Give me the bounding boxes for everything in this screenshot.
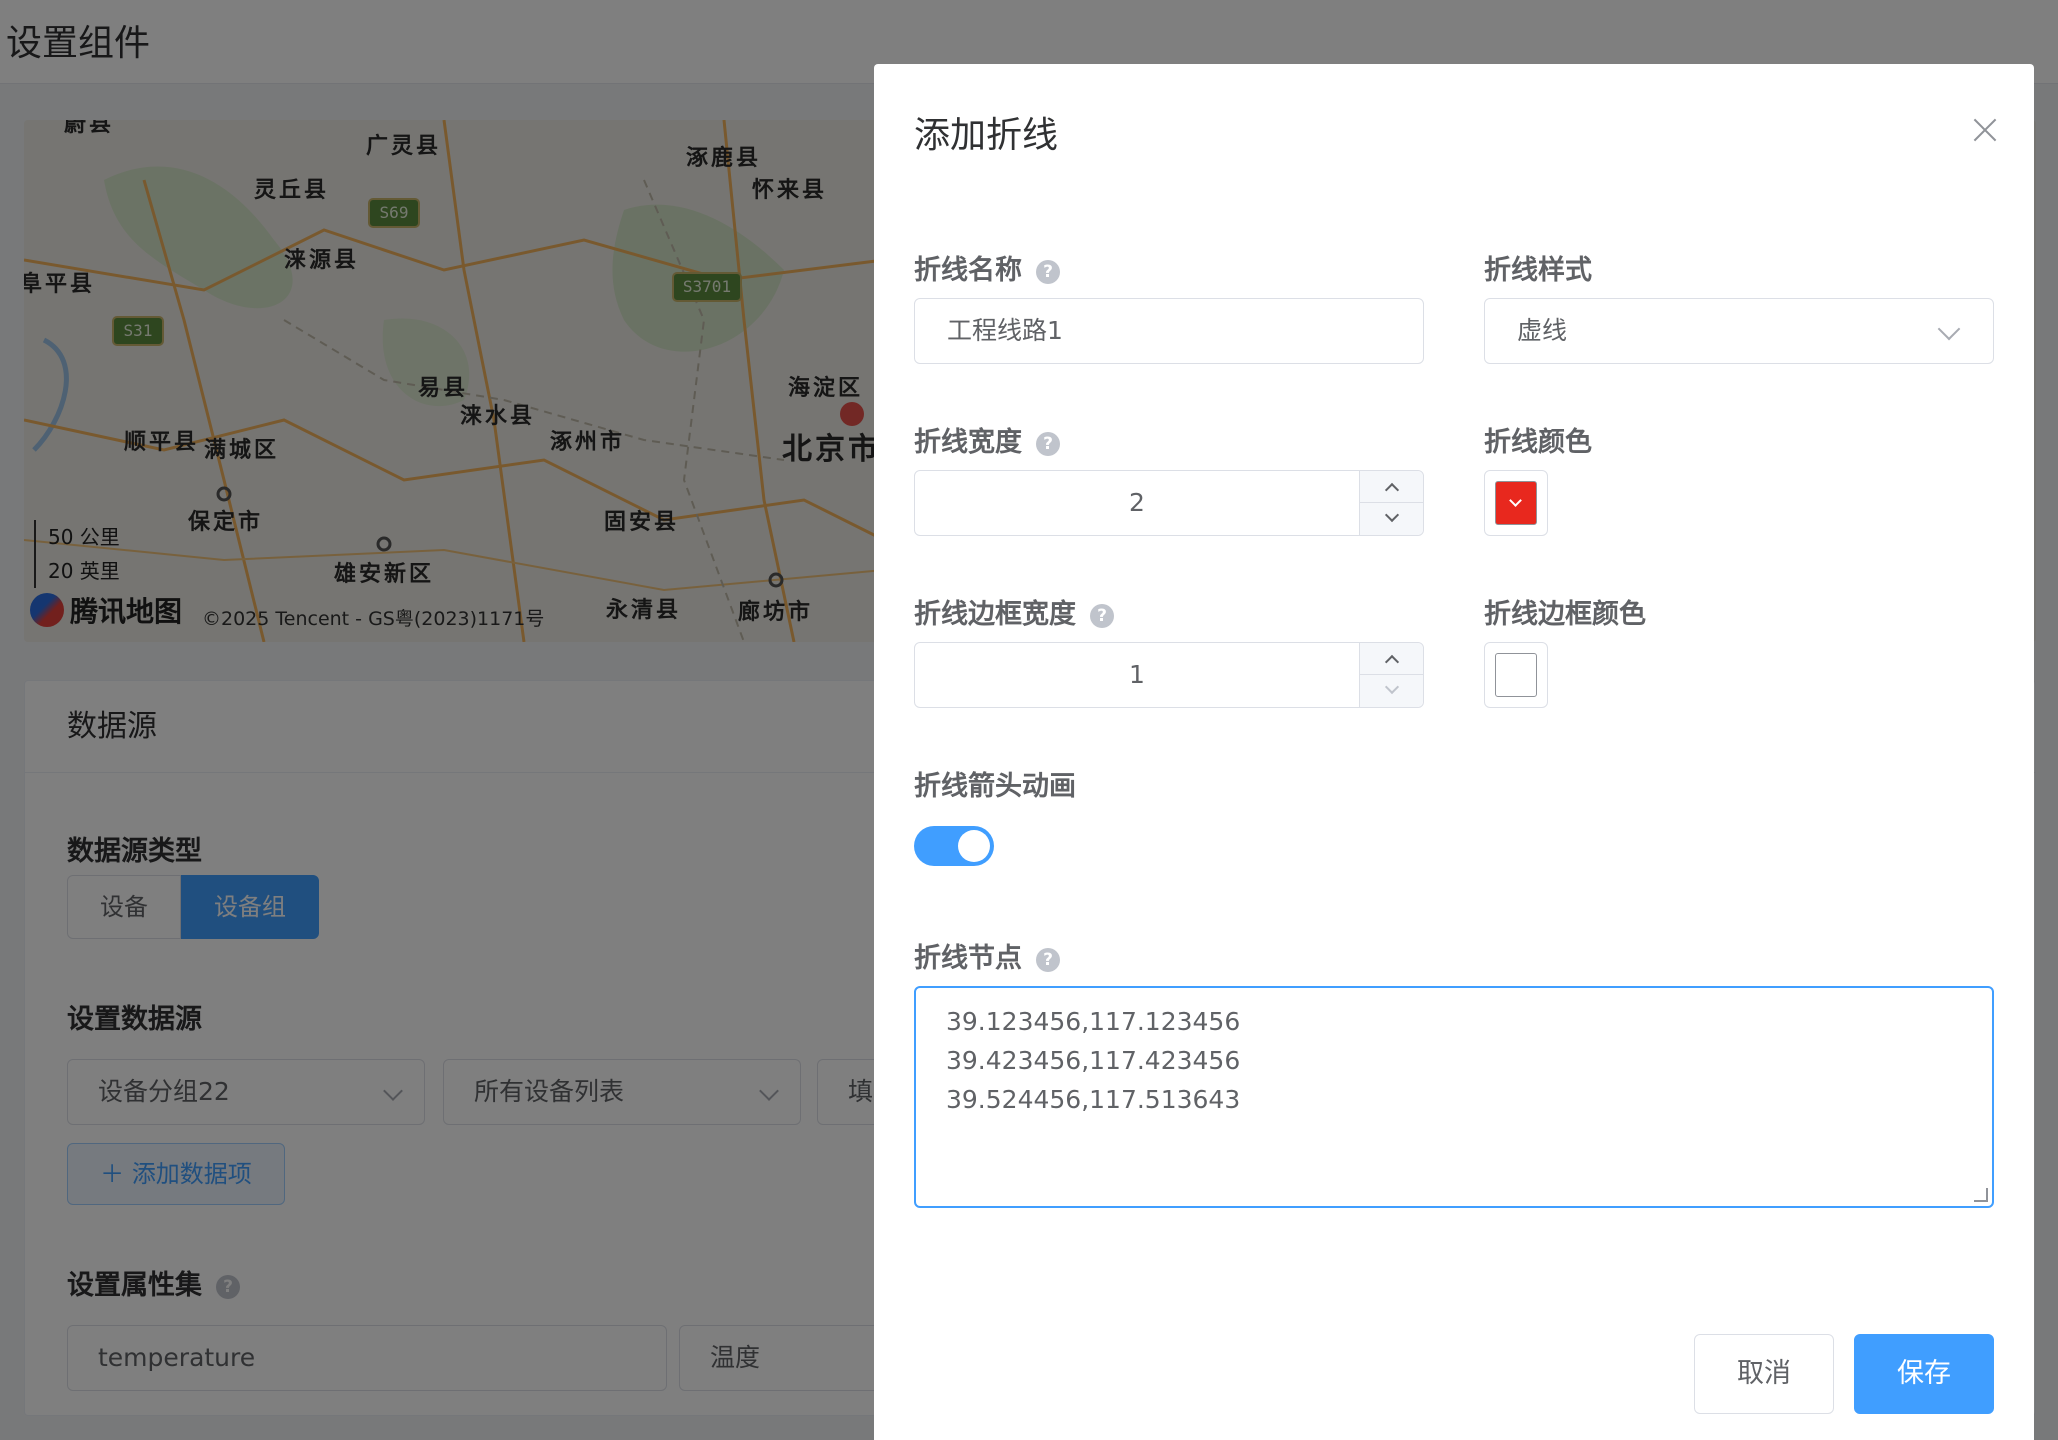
polyline-style-select[interactable]: 虚线 (1484, 298, 1994, 364)
polyline-style-value: 虚线 (1517, 316, 1568, 345)
arrow-animation-label: 折线箭头动画 (914, 771, 1076, 802)
polyline-style-label: 折线样式 (1484, 255, 1592, 286)
node-line: 39.524456,117.513643 (946, 1085, 1241, 1114)
polyline-nodes-label-text: 折线节点 (914, 943, 1022, 974)
polyline-border-width-label-text: 折线边框宽度 (914, 599, 1076, 630)
chevron-down-icon (1509, 494, 1522, 507)
polyline-color-swatch (1495, 481, 1537, 525)
polyline-width-stepper[interactable]: 2 (914, 470, 1424, 536)
polyline-nodes-textarea[interactable]: 39.123456,117.123456 39.423456,117.42345… (914, 986, 1994, 1208)
increase-button[interactable] (1359, 643, 1423, 675)
help-icon[interactable]: ? (1036, 431, 1060, 456)
chevron-down-icon (1937, 317, 1961, 341)
cancel-button[interactable]: 取消 (1694, 1334, 1834, 1414)
polyline-name-label-text: 折线名称 (914, 255, 1022, 286)
decrease-button[interactable] (1359, 503, 1423, 535)
polyline-border-width-label: 折线边框宽度? (914, 592, 1114, 631)
arrow-animation-switch[interactable] (914, 826, 994, 866)
polyline-border-color-swatch (1495, 653, 1537, 697)
polyline-border-color-label: 折线边框颜色 (1484, 599, 1646, 630)
polyline-width-value[interactable]: 2 (915, 471, 1359, 535)
polyline-name-value: 工程线路1 (947, 316, 1063, 345)
chevron-down-icon (1384, 507, 1400, 523)
polyline-color-picker[interactable] (1484, 470, 1548, 536)
node-line: 39.423456,117.423456 (946, 1046, 1241, 1075)
increase-button[interactable] (1359, 471, 1423, 503)
chevron-up-icon (1384, 654, 1400, 670)
polyline-width-label: 折线宽度? (914, 420, 1060, 459)
polyline-nodes-label: 折线节点? (914, 936, 1060, 975)
help-icon[interactable]: ? (1036, 947, 1060, 972)
help-icon[interactable]: ? (1036, 259, 1060, 284)
node-line: 39.123456,117.123456 (946, 1007, 1241, 1036)
polyline-border-width-value[interactable]: 1 (915, 643, 1359, 707)
help-icon[interactable]: ? (1090, 603, 1114, 628)
save-button[interactable]: 保存 (1854, 1334, 1994, 1414)
decrease-button[interactable] (1359, 675, 1423, 707)
chevron-down-icon (1384, 679, 1400, 695)
chevron-up-icon (1384, 482, 1400, 498)
dialog-title: 添加折线 (914, 115, 1059, 156)
polyline-name-input[interactable]: 工程线路1 (914, 298, 1424, 364)
polyline-width-label-text: 折线宽度 (914, 427, 1022, 458)
polyline-name-label: 折线名称? (914, 248, 1060, 287)
switch-knob (958, 830, 990, 862)
close-icon[interactable] (1968, 114, 2002, 148)
resize-handle-icon[interactable] (1974, 1188, 1988, 1202)
polyline-border-width-stepper[interactable]: 1 (914, 642, 1424, 708)
polyline-color-label: 折线颜色 (1484, 427, 1592, 458)
polyline-border-color-picker[interactable] (1484, 642, 1548, 708)
add-polyline-dialog: 添加折线 折线名称? 工程线路1 折线样式 虚线 折线宽度? 2 折线颜色 折线… (874, 64, 2034, 1440)
